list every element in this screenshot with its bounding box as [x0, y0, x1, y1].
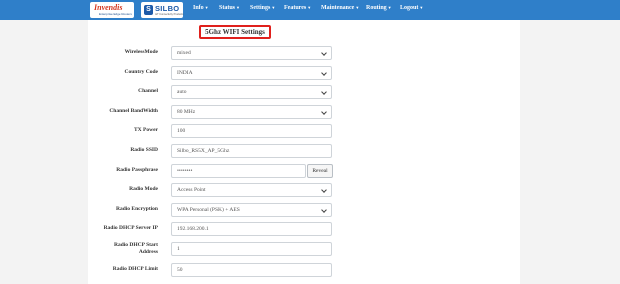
caret-down-icon: ▼: [307, 5, 312, 10]
nav-logout[interactable]: Logout▼: [400, 5, 423, 11]
radio-passphrase-input[interactable]: ••••••••: [171, 164, 306, 178]
nav-status[interactable]: Status▼: [219, 5, 240, 11]
caret-down-icon: ▼: [355, 5, 360, 10]
nav-settings-label: Settings: [250, 5, 271, 11]
nav-maintenance[interactable]: Maintenance▼: [321, 5, 359, 11]
wireless-mode-select[interactable]: mixed: [171, 46, 332, 60]
dhcp-start-input[interactable]: 1: [171, 242, 332, 256]
dhcp-server-ip-label: Radio DHCP Server IP: [103, 225, 158, 231]
dhcp-start-label: Radio DHCP Start Address: [38, 242, 158, 256]
radio-mode-value: Access Point: [177, 187, 206, 193]
dhcp-server-ip-input[interactable]: 192.168.200.1: [171, 222, 332, 236]
silbo-logo-icon: S: [144, 5, 153, 15]
silbo-logo-tagline: IoT Connectivity Products: [155, 13, 184, 16]
tx-power-input[interactable]: 100: [171, 124, 332, 138]
radio-ssid-label: Radio SSID: [130, 147, 158, 153]
nav-routing[interactable]: Routing▼: [366, 5, 392, 11]
radio-encryption-label: Radio Encryption: [115, 206, 158, 212]
reveal-button[interactable]: Reveal: [307, 164, 333, 178]
wireless-mode-value: mixed: [177, 50, 191, 56]
nav-features-label: Features: [284, 5, 307, 11]
caret-down-icon: ▼: [419, 5, 424, 10]
radio-ssid-input[interactable]: Silbo_RS5X_AP_5Ghz: [171, 144, 332, 158]
silbo-logo-text: SILBO: [155, 4, 180, 13]
channel-bandwidth-label: Channel BandWidth: [109, 108, 158, 114]
nav-info-label: Info: [193, 5, 204, 11]
channel-value: auto: [177, 89, 187, 95]
dhcp-start-label-line1: Radio DHCP Start: [114, 242, 158, 248]
country-code-select[interactable]: INDIA: [171, 66, 332, 80]
nav-logout-label: Logout: [400, 5, 419, 11]
dhcp-server-ip-value: 192.168.200.1: [177, 226, 209, 232]
dhcp-start-label-line2: Address: [138, 249, 158, 255]
nav-routing-label: Routing: [366, 5, 387, 11]
page-title: 5Ghz WIFI Settings: [199, 25, 271, 39]
channel-label: Channel: [138, 88, 158, 94]
channel-select[interactable]: auto: [171, 85, 332, 99]
nav-status-label: Status: [219, 5, 236, 11]
tx-power-value: 100: [177, 128, 186, 134]
dhcp-start-value: 1: [177, 246, 180, 252]
dhcp-limit-input[interactable]: 50: [171, 263, 332, 277]
radio-passphrase-label: Radio Passphrase: [116, 167, 158, 173]
caret-down-icon: ▼: [271, 5, 276, 10]
dhcp-limit-value: 50: [177, 267, 183, 273]
nav-maintenance-label: Maintenance: [321, 5, 355, 11]
nav-settings[interactable]: Settings▼: [250, 5, 275, 11]
caret-down-icon: ▼: [236, 5, 240, 10]
invendis-logo-text: Invendis: [94, 3, 123, 12]
radio-passphrase-value: ••••••••: [177, 168, 193, 174]
tx-power-label: TX Power: [134, 127, 158, 133]
silbo-logo[interactable]: S SILBO IoT Connectivity Products: [141, 2, 183, 18]
radio-mode-label: Radio Mode: [129, 186, 158, 192]
radio-ssid-value: Silbo_RS5X_AP_5Ghz: [177, 148, 230, 154]
invendis-logo[interactable]: Invendis Enterprise Edge Routers: [90, 2, 134, 18]
radio-encryption-select[interactable]: WPA Personal (PSK) + AES: [171, 203, 332, 217]
channel-bandwidth-value: 80 MHz: [177, 109, 196, 115]
nav-features[interactable]: Features▼: [284, 5, 311, 11]
radio-mode-select[interactable]: Access Point: [171, 183, 332, 197]
top-navbar: Invendis Enterprise Edge Routers S SILBO…: [0, 0, 620, 20]
country-code-label: Country Code: [124, 69, 158, 75]
country-code-value: INDIA: [177, 70, 193, 76]
nav-info[interactable]: Info▼: [193, 5, 209, 11]
channel-bandwidth-select[interactable]: 80 MHz: [171, 105, 332, 119]
invendis-logo-tagline: Enterprise Edge Routers: [99, 12, 132, 16]
caret-down-icon: ▼: [204, 5, 209, 10]
wireless-mode-label: WirelessMode: [124, 49, 158, 55]
dhcp-limit-label: Radio DHCP Limit: [112, 266, 158, 272]
radio-encryption-value: WPA Personal (PSK) + AES: [177, 207, 240, 213]
caret-down-icon: ▼: [387, 5, 392, 10]
